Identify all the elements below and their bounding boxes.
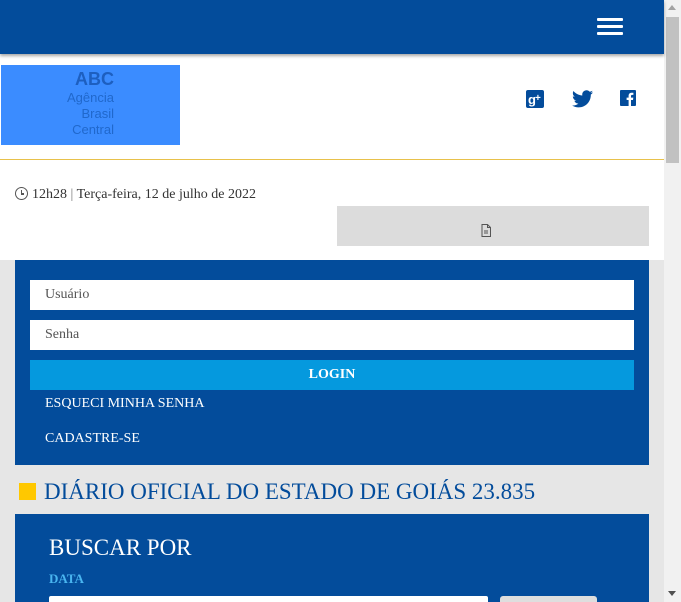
- forgot-password-link[interactable]: ESQUECI MINHA SENHA: [45, 396, 204, 412]
- google-plus-icon[interactable]: g +: [526, 90, 546, 108]
- logo-subtitle: Agência Brasil Central: [24, 90, 114, 138]
- site-header: ABC Agência Brasil Central g +: [0, 54, 664, 160]
- current-date: Terça-feira, 12 de julho de 2022: [76, 187, 256, 202]
- date-picker-button[interactable]: [500, 596, 597, 602]
- search-panel: BUSCAR POR DATA: [15, 514, 649, 602]
- scroll-up-arrow-icon[interactable]: [668, 5, 676, 10]
- scrollbar-thumb[interactable]: [666, 17, 679, 163]
- hamburger-menu-icon[interactable]: [594, 16, 626, 38]
- logo-line-2: Brasil: [81, 106, 114, 121]
- page: ABC Agência Brasil Central g + 12h28 | T…: [0, 0, 681, 602]
- yellow-square-icon: [19, 482, 36, 500]
- password-placeholder: Senha: [45, 327, 80, 342]
- logo-abc-text: ABC: [75, 69, 114, 89]
- info-bar: 12h28 | Terça-feira, 12 de julho de 2022: [0, 160, 664, 260]
- password-input[interactable]: Senha: [30, 320, 634, 350]
- signup-link[interactable]: CADASTRE-SE: [45, 431, 140, 447]
- username-placeholder: Usuário: [45, 287, 90, 302]
- facebook-icon[interactable]: [620, 90, 640, 108]
- date-label: DATA: [49, 571, 84, 586]
- vertical-scrollbar[interactable]: [664, 0, 681, 602]
- twitter-icon[interactable]: [572, 90, 593, 108]
- username-input[interactable]: Usuário: [30, 280, 634, 310]
- section-heading: DIÁRIO OFICIAL DO ESTADO DE GOIÁS 23.835: [19, 479, 536, 504]
- login-panel: Usuário Senha LOGIN ESQUECI MINHA SENHA …: [15, 260, 649, 465]
- section-title: DIÁRIO OFICIAL DO ESTADO DE GOIÁS 23.835: [44, 479, 536, 504]
- logo-line-1: Agência: [67, 90, 114, 105]
- datetime-separator: |: [70, 187, 74, 202]
- date-input[interactable]: [49, 596, 488, 602]
- document-icon: [481, 224, 491, 237]
- clock-icon: [15, 187, 28, 200]
- top-navigation-bar: [0, 0, 664, 54]
- scroll-down-arrow-icon[interactable]: [668, 591, 676, 596]
- site-logo[interactable]: ABC Agência Brasil Central: [1, 65, 180, 145]
- login-button[interactable]: LOGIN: [30, 360, 634, 390]
- document-box[interactable]: [337, 206, 649, 246]
- current-datetime: 12h28 | Terça-feira, 12 de julho de 2022: [15, 187, 256, 203]
- svg-text:+: +: [535, 93, 541, 104]
- current-time: 12h28: [32, 187, 67, 202]
- search-title: BUSCAR POR: [49, 535, 192, 560]
- logo-line-3: Central: [72, 122, 114, 137]
